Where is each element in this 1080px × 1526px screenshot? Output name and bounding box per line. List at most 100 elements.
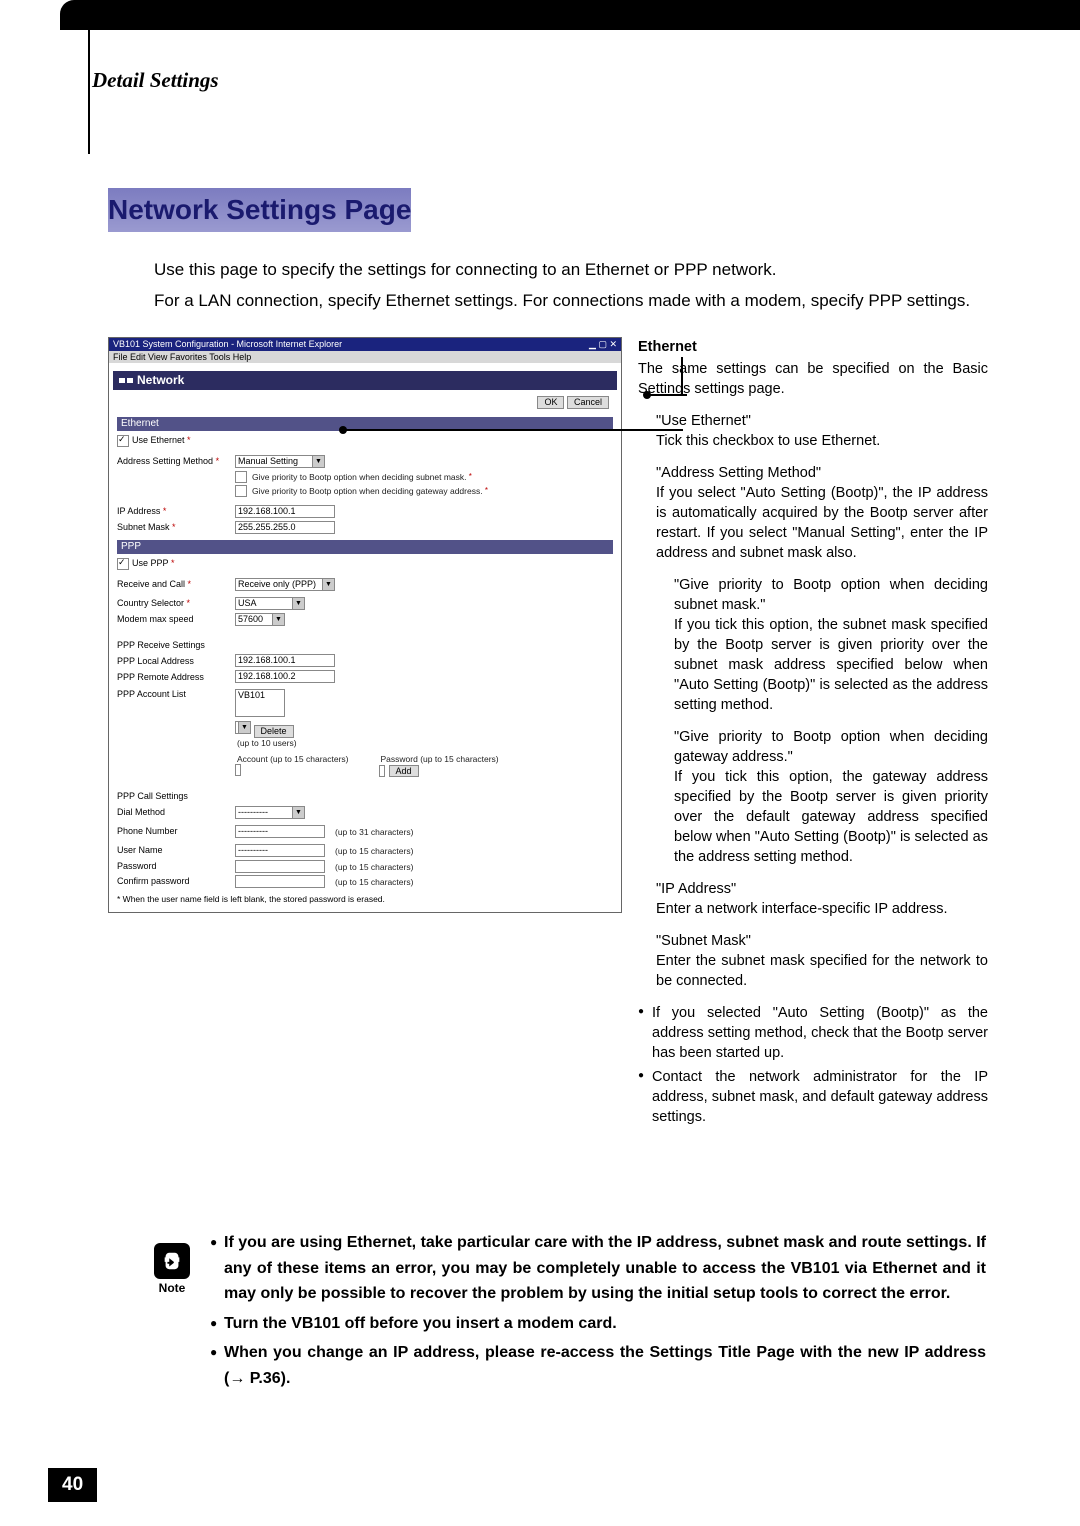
bootp-mask-checkbox[interactable] (235, 471, 247, 483)
left-rule (88, 30, 90, 154)
cpw-hint: (up to 15 characters) (335, 877, 413, 887)
window-title: VB101 System Configuration - Microsoft I… (113, 339, 342, 350)
top-bar (60, 0, 1080, 30)
chevron-down-icon: ▼ (292, 598, 304, 609)
note-icon (154, 1243, 190, 1279)
use-ethernet-checkbox[interactable] (117, 435, 129, 447)
lead-p2: For a LAN connection, specify Ethernet s… (154, 285, 988, 316)
modem-label: Modem max speed (117, 614, 235, 625)
ip-label: IP Address * (117, 506, 235, 517)
bg-p: If you tick this option, the gateway add… (674, 769, 988, 865)
chevron-down-icon: ▼ (292, 807, 304, 818)
chevron-down-icon: ▼ (322, 579, 334, 590)
bg-heading: "Give priority to Bootp option when deci… (674, 729, 988, 765)
ppp-footnote: * When the user name field is left blank… (117, 894, 613, 904)
phone-input[interactable]: ---------- (235, 825, 325, 838)
phone-label: Phone Number (117, 826, 235, 837)
ip-input[interactable]: 192.168.100.1 (235, 505, 335, 518)
acct-list-box[interactable]: VB101 (235, 689, 285, 717)
use-p: Tick this checkbox to use Ethernet. (656, 433, 880, 449)
remote-input[interactable]: 192.168.100.2 (235, 670, 335, 683)
local-input[interactable]: 192.168.100.1 (235, 654, 335, 667)
sm-p: Enter the subnet mask specified for the … (656, 953, 988, 989)
pw-hint: (up to 15 characters) (335, 862, 413, 872)
pw-label: Password (117, 861, 235, 872)
cancel-button[interactable]: Cancel (567, 396, 609, 409)
network-icon (119, 376, 133, 386)
acct-list-label: PPP Account List (117, 689, 235, 700)
note-item-2: Turn the VB101 off before you insert a m… (210, 1311, 986, 1337)
account-col-label: Account (up to 15 characters) (237, 754, 349, 764)
chevron-down-icon: ▼ (312, 456, 324, 467)
section-title: Detail Settings (92, 68, 219, 93)
mask-input[interactable]: 255.255.255.0 (235, 521, 335, 534)
note-item-1: If you are using Ethernet, take particul… (210, 1230, 986, 1307)
screenshot-column: VB101 System Configuration - Microsoft I… (108, 337, 620, 1131)
acct-up-down[interactable]: ▼ (235, 721, 251, 734)
chevron-down-icon: ▼ (238, 722, 250, 733)
bm-heading: "Give priority to Bootp option when deci… (674, 577, 988, 613)
note-label: Note (150, 1281, 194, 1295)
ip-heading: "IP Address" (656, 881, 736, 897)
use-ppp-checkbox[interactable] (117, 558, 129, 570)
bullet-admin: Contact the network administrator for th… (638, 1067, 988, 1127)
acct-password-input[interactable] (379, 765, 385, 777)
lead-p1: Use this page to specify the settings fo… (154, 254, 988, 285)
explanation-column: Ethernet The same settings can be specif… (638, 337, 988, 1131)
dial-label: Dial Method (117, 807, 235, 818)
user-label: User Name (117, 845, 235, 856)
rc-select[interactable]: Receive only (PPP)▼ (235, 578, 335, 591)
acct-limit: (up to 10 users) (237, 738, 499, 748)
asm-p: If you select "Auto Setting (Bootp)", th… (656, 485, 988, 561)
pw-input[interactable] (235, 860, 325, 873)
country-select[interactable]: USA▼ (235, 597, 305, 610)
note-block: Note If you are using Ethernet, take par… (150, 1230, 986, 1396)
delete-button[interactable]: Delete (254, 725, 294, 738)
leader-line-bar (343, 429, 683, 431)
note-item-3: When you change an IP address, please re… (210, 1340, 986, 1391)
ppp-section-bar: PPP (117, 540, 613, 554)
country-label: Country Selector * (117, 598, 235, 609)
phone-hint: (up to 31 characters) (335, 827, 413, 837)
mask-label: Subnet Mask * (117, 522, 235, 533)
addr-method-label: Address Setting Method * (117, 456, 235, 467)
addr-method-select[interactable]: Manual Setting▼ (235, 455, 325, 468)
browser-window: VB101 System Configuration - Microsoft I… (108, 337, 622, 914)
page-number: 40 (48, 1468, 97, 1502)
ppp-call-title: PPP Call Settings (117, 791, 613, 802)
ip-p: Enter a network interface-specific IP ad… (656, 901, 947, 917)
cpw-input[interactable] (235, 875, 325, 888)
heading-box: Network Settings Page (108, 188, 411, 232)
add-button[interactable]: Add (389, 765, 419, 778)
eth-heading: Ethernet (638, 337, 988, 357)
use-ethernet-label: Use Ethernet (132, 435, 185, 446)
ppp-recv-title: PPP Receive Settings (117, 640, 613, 651)
use-heading: "Use Ethernet" (656, 413, 751, 429)
bullet-bootp: If you selected "Auto Setting (Bootp)" a… (638, 1003, 988, 1063)
asm-heading: "Address Setting Method" (656, 465, 821, 481)
eth-p: The same settings can be specified on th… (638, 359, 988, 399)
remote-label: PPP Remote Address (117, 672, 235, 683)
bootp-mask-label: Give priority to Bootp option when decid… (252, 472, 467, 482)
bm-p: If you tick this option, the subnet mask… (674, 617, 988, 713)
window-controls[interactable]: ▁ ▢ ✕ (589, 339, 617, 350)
rc-label: Receive and Call * (117, 579, 235, 590)
dial-select[interactable]: ----------▼ (235, 806, 305, 819)
sm-heading: "Subnet Mask" (656, 933, 751, 949)
ok-button[interactable]: OK (537, 396, 564, 409)
account-input[interactable] (235, 764, 241, 776)
leader-line-ethernet (647, 394, 687, 396)
modem-select[interactable]: 57600▼ (235, 613, 285, 626)
use-ppp-label: Use PPP (132, 558, 169, 569)
menu-bar[interactable]: File Edit View Favorites Tools Help (109, 351, 621, 364)
chevron-down-icon: ▼ (272, 614, 284, 625)
config-page-title: Network (113, 371, 617, 389)
bootp-gw-label: Give priority to Bootp option when decid… (252, 486, 483, 496)
page-heading: Network Settings Page (108, 192, 411, 228)
bootp-gw-checkbox[interactable] (235, 485, 247, 497)
user-input[interactable]: ---------- (235, 844, 325, 857)
user-hint: (up to 15 characters) (335, 846, 413, 856)
local-label: PPP Local Address (117, 656, 235, 667)
cpw-label: Confirm password (117, 876, 235, 887)
password-col-label: Password (up to 15 characters) (381, 754, 499, 764)
